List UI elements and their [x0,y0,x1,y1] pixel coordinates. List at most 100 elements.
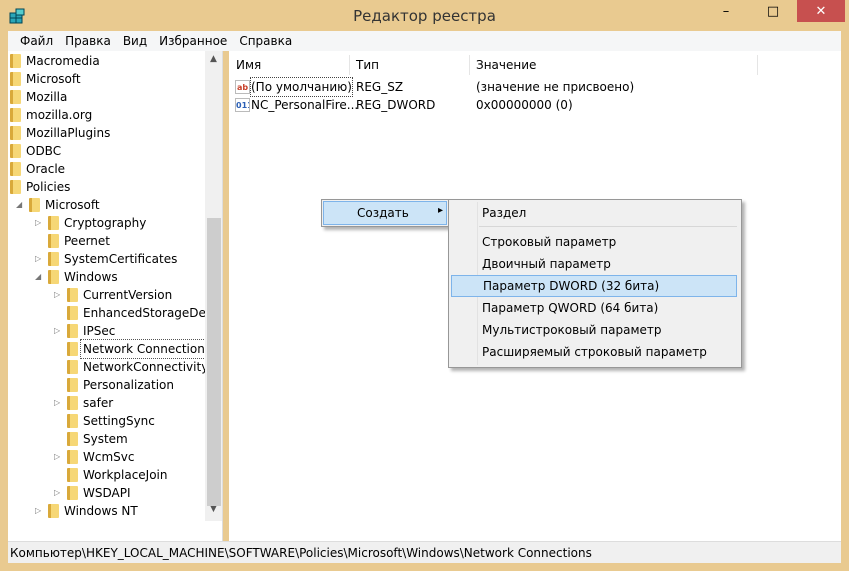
submenu-item[interactable]: Строковый параметр [482,231,616,253]
tree-item-label: Cryptography [64,216,147,230]
tree-item[interactable]: System [8,430,222,448]
tree-item[interactable]: Policies [8,178,222,196]
submenu-item[interactable]: Параметр QWORD (64 бита) [482,297,658,319]
tree-item[interactable]: ▷ WSDAPI [8,484,222,502]
tree-item-label: NetworkConnectivityStatusIndicator [83,360,222,374]
menu-view[interactable]: Вид [117,31,153,51]
submenu-item[interactable]: Двоичный параметр [482,253,611,275]
submenu-item[interactable]: Расширяемый строковый параметр [482,341,707,363]
collapse-arrow-icon[interactable]: ◢ [35,268,45,286]
tree-item[interactable]: mozilla.org [8,106,222,124]
regedit-app-icon[interactable] [8,7,26,25]
maximize-button[interactable]: □ [750,0,796,22]
tree-item-label: Oracle [26,162,66,176]
tree-item-label: WcmSvc [83,450,135,464]
tree-item[interactable]: ▷ Windows NT [8,502,222,520]
folder-icon [67,396,78,410]
value-data: (значение не присвоено) [476,80,635,94]
submenu-arrow-icon: ▸ [438,205,444,216]
value-data: 0x00000000 (0) [476,98,573,112]
menu-favorites[interactable]: Избранное [153,31,233,51]
scrollbar-thumb[interactable] [207,218,221,506]
collapse-arrow-icon[interactable]: ◢ [16,196,26,214]
tree-item-label: Microsoft [45,198,100,212]
folder-icon [29,198,40,212]
scroll-up-icon[interactable]: ▲ [205,51,222,68]
tree-item-label: mozilla.org [26,108,93,122]
folder-icon [67,360,78,374]
tree-item-label: EnhancedStorageDevices [83,306,223,320]
column-name[interactable]: Имя [230,55,350,75]
folder-icon [10,72,21,86]
expand-arrow-icon[interactable]: ▷ [35,502,45,520]
expand-arrow-icon[interactable]: ▷ [35,214,45,232]
tree-item[interactable]: ◢ Windows [8,268,222,286]
menu-separator [479,226,737,227]
tree-item[interactable]: ▷ safer [8,394,222,412]
menu-edit[interactable]: Правка [59,31,117,51]
submenu-item[interactable]: Параметр DWORD (32 бита) [451,275,737,297]
value-type: REG_DWORD [356,98,436,112]
tree-item[interactable]: ▷ CurrentVersion [8,286,222,304]
value-name[interactable]: NC_PersonalFire... [251,96,358,114]
tree-item[interactable]: MozillaPlugins [8,124,222,142]
tree-item-label: Network Connections [79,339,215,359]
folder-icon [67,486,78,500]
tree-item-label: IPSec [83,324,116,338]
tree-item-label: WSDAPI [83,486,131,500]
value-name[interactable]: (По умолчанию) [250,77,353,97]
menu-file[interactable]: Файл [14,31,59,51]
tree-item[interactable]: Personalization [8,376,222,394]
folder-icon [10,162,21,176]
tree-item[interactable]: Mozilla [8,88,222,106]
tree-item-label: System [83,432,128,446]
expand-arrow-icon[interactable]: ▷ [54,484,64,502]
minimize-button[interactable]: – [703,0,749,22]
tree-item[interactable]: Microsoft [8,70,222,88]
tree-item[interactable]: ▷ SystemCertificates [8,250,222,268]
tree-item[interactable]: ODBC [8,142,222,160]
tree-item[interactable]: Peernet [8,232,222,250]
tree-item-label: ODBC [26,144,62,158]
submenu-item[interactable]: Раздел [482,202,526,224]
folder-icon [10,180,21,194]
binary-value-icon: 011 [235,98,250,112]
tree-item[interactable]: ◢ Microsoft [8,196,222,214]
tree-item-label: MozillaPlugins [26,126,111,140]
expand-arrow-icon[interactable]: ▷ [54,286,64,304]
value-type: REG_SZ [356,80,404,94]
folder-icon [67,306,78,320]
folder-icon [48,270,59,284]
close-button[interactable]: ✕ [797,0,845,22]
menu-item-create[interactable]: Создать ▸ [323,201,447,225]
tree-item[interactable]: EnhancedStorageDevices [8,304,223,322]
folder-icon [67,324,78,338]
folder-icon [10,54,21,68]
tree-item[interactable]: Macromedia [8,52,222,70]
tree-item[interactable]: Network Connections [8,339,222,359]
tree-item[interactable]: ▷ IPSec [8,322,222,340]
tree-item-label: Windows NT [64,504,138,518]
tree-item-label: safer [83,396,114,410]
tree-item[interactable]: WorkplaceJoin [8,466,222,484]
folder-icon [67,378,78,392]
tree-item[interactable]: NetworkConnectivityStatusIndicator [8,358,222,376]
expand-arrow-icon[interactable]: ▷ [54,394,64,412]
expand-arrow-icon[interactable]: ▷ [54,322,64,340]
expand-arrow-icon[interactable]: ▷ [54,448,64,466]
tree-item-label: SettingSync [83,414,155,428]
tree-item[interactable]: SettingSync [8,412,222,430]
column-value[interactable]: Значение [470,55,758,75]
tree-item[interactable]: Oracle [8,160,222,178]
menu-help[interactable]: Справка [233,31,298,51]
tree-item-label: Personalization [83,378,174,392]
context-menu: Создать ▸ [321,199,449,227]
expand-arrow-icon[interactable]: ▷ [35,250,45,268]
tree-item-label: SystemCertificates [64,252,178,266]
tree-item[interactable]: ▷ Cryptography [8,214,222,232]
column-type[interactable]: Тип [350,55,470,75]
tree-item-label: CurrentVersion [83,288,173,302]
tree-item[interactable]: ▷ WcmSvc [8,448,222,466]
submenu-item[interactable]: Мультистроковый параметр [482,319,662,341]
registry-tree[interactable]: Macromedia Microsoft Mozilla mozilla.org Moz… [8,51,223,541]
